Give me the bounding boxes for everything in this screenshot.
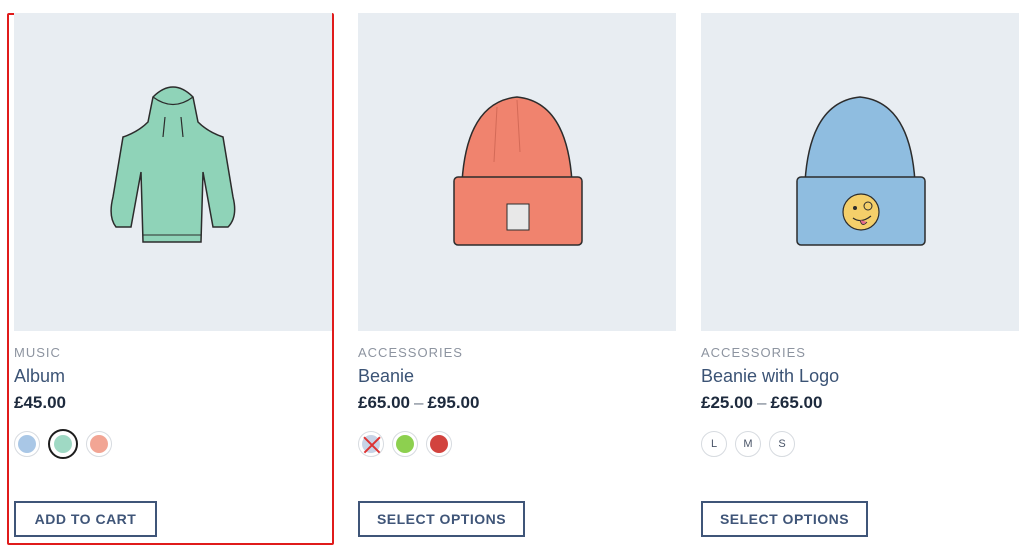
product-title[interactable]: Beanie with Logo	[701, 366, 1019, 387]
product-category: Music	[14, 345, 61, 360]
product-title[interactable]: Beanie	[358, 366, 676, 387]
size-s-swatch[interactable]: S	[769, 431, 795, 457]
blue-shirt-swatch[interactable]	[14, 431, 40, 457]
hoodie-image-icon	[110, 86, 236, 243]
price-max: £65.00	[770, 393, 823, 412]
green-color-swatch[interactable]	[392, 431, 418, 457]
select-options-button[interactable]: Select options	[358, 501, 525, 537]
add-to-cart-button[interactable]: Add to cart	[14, 501, 157, 537]
product-image-beanie[interactable]	[358, 13, 676, 331]
price-min: £25.00	[701, 393, 753, 412]
size-l-swatch[interactable]: L	[701, 431, 727, 457]
teal-shirt-swatch[interactable]	[48, 429, 78, 459]
shirt-icon	[54, 435, 72, 453]
red-color-swatch[interactable]	[426, 431, 452, 457]
product-price: £45.00	[14, 393, 332, 413]
product-category: Accessories	[701, 345, 806, 360]
product-category: Accessories	[358, 345, 463, 360]
color-dot	[396, 435, 414, 453]
product-image-beanie-logo[interactable]	[701, 13, 1019, 331]
product-card-beanie-with-logo[interactable]: Accessories Beanie with Logo £25.00– £65.…	[701, 13, 1019, 543]
price-max: £95.00	[427, 393, 480, 412]
price-value: £45.00	[14, 393, 66, 412]
beanie-logo-image-icon	[796, 96, 926, 246]
product-price: £25.00– £65.00	[701, 393, 1019, 413]
size-m-swatch[interactable]: M	[735, 431, 761, 457]
size-list: L M S	[701, 429, 1019, 459]
swatch-list	[358, 429, 676, 459]
product-title[interactable]: Album	[14, 366, 332, 387]
product-card-beanie[interactable]: Accessories Beanie £65.00– £95.00 Select …	[358, 13, 676, 543]
swatch-list	[14, 429, 332, 459]
shirt-icon	[18, 435, 36, 453]
shirt-icon	[90, 435, 108, 453]
price-min: £65.00	[358, 393, 410, 412]
select-options-button[interactable]: Select options	[701, 501, 868, 537]
product-image-hoodie[interactable]	[14, 13, 332, 331]
price-separator: –	[757, 393, 767, 412]
unavailable-color-swatch[interactable]	[358, 431, 384, 457]
color-dot	[362, 435, 380, 453]
color-dot	[430, 435, 448, 453]
product-price: £65.00– £95.00	[358, 393, 676, 413]
price-separator: –	[414, 393, 424, 412]
peach-shirt-swatch[interactable]	[86, 431, 112, 457]
beanie-image-icon	[453, 96, 583, 246]
product-card-album[interactable]: Music Album £45.00 Add to cart	[14, 13, 332, 543]
